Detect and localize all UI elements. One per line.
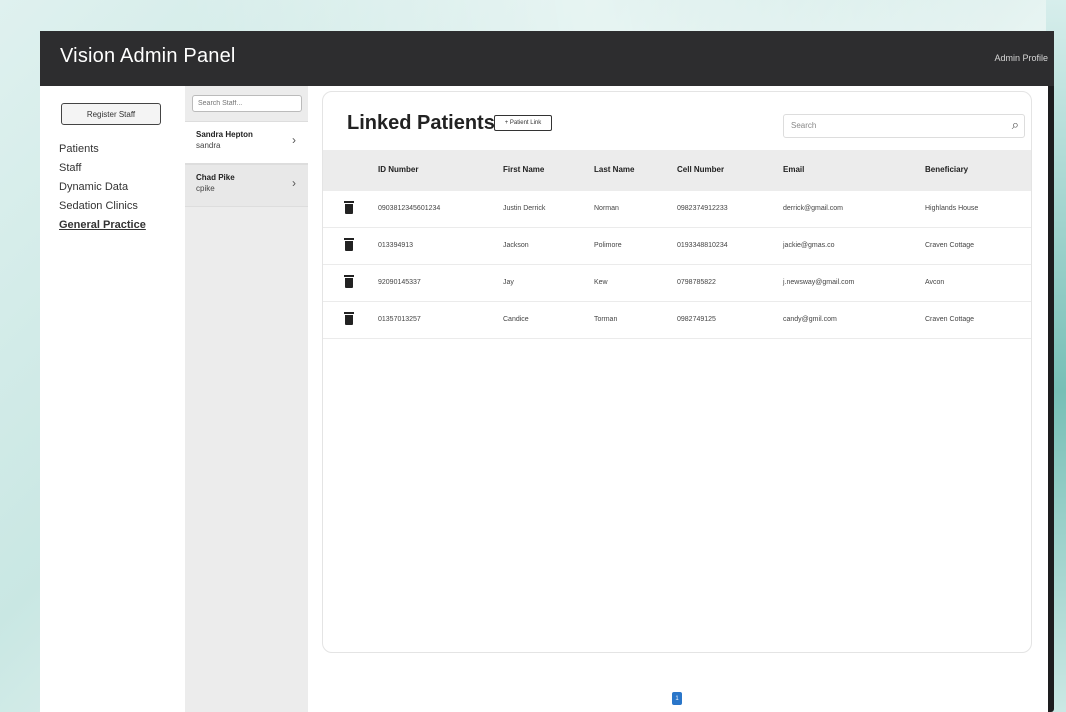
search-icon[interactable]: ⌕	[1012, 117, 1019, 133]
main-content: Register Staff Patients Staff Dynamic Da…	[40, 86, 1048, 712]
cell-first-name: Jay	[503, 279, 514, 286]
patient-search[interactable]: Search ⌕	[783, 114, 1025, 138]
chevron-right-icon: ›	[292, 176, 296, 190]
column-header[interactable]: ID Number	[378, 165, 418, 174]
trash-icon[interactable]	[344, 312, 354, 326]
staff-username: cpike	[196, 184, 215, 193]
patient-search-input[interactable]: Search	[791, 121, 816, 130]
staff-list-item[interactable]: Sandra Hepton sandra ›	[185, 121, 308, 164]
cell-cell-number: 0982374912233	[677, 205, 728, 212]
cell-last-name: Torman	[594, 316, 618, 323]
cell-beneficiary: Avcon	[925, 279, 945, 286]
add-patient-link-button[interactable]: + Patient Link	[494, 115, 552, 131]
cell-id-number: 01357013257	[378, 316, 421, 323]
trash-icon[interactable]	[344, 275, 354, 289]
left-nav: Register Staff Patients Staff Dynamic Da…	[40, 86, 185, 712]
table-row[interactable]: 92090145337 Jay Kew 0798785822 j.newsway…	[323, 265, 1031, 302]
cell-cell-number: 0798785822	[677, 279, 716, 286]
cell-beneficiary: Craven Cottage	[925, 316, 975, 323]
cell-id-number: 92090145337	[378, 279, 421, 286]
cell-cell-number: 0982749125	[677, 316, 716, 323]
admin-profile-link[interactable]: Admin Profile	[994, 53, 1048, 63]
cell-email: derrick@gmail.com	[783, 205, 844, 212]
cell-first-name: Jackson	[503, 242, 529, 249]
cell-beneficiary: Craven Cottage	[925, 242, 975, 249]
column-header[interactable]: Beneficiary	[925, 165, 968, 174]
linked-patients-card: Linked Patients + Patient Link Search ⌕ …	[322, 91, 1032, 653]
staff-name: Sandra Hepton	[196, 130, 253, 139]
cell-email: jackie@gmas.co	[783, 242, 835, 249]
chevron-right-icon: ›	[292, 133, 296, 147]
cell-first-name: Candice	[503, 316, 529, 323]
app-header: Vision Admin Panel Admin Profile	[40, 31, 1054, 86]
trash-icon[interactable]	[344, 238, 354, 252]
column-header[interactable]: Cell Number	[677, 165, 724, 174]
page-title: Linked Patients	[347, 112, 495, 134]
pagination-page-button[interactable]: 1	[672, 692, 682, 705]
nav-item-general-practice[interactable]: General Practice	[59, 219, 146, 231]
column-header[interactable]: First Name	[503, 165, 544, 174]
table-header: ID Number First Name Last Name Cell Numb…	[323, 150, 1031, 191]
cell-cell-number: 0193348810234	[677, 242, 728, 249]
cell-beneficiary: Highlands House	[925, 205, 979, 212]
column-header[interactable]: Email	[783, 165, 804, 174]
register-staff-button[interactable]: Register Staff	[61, 103, 161, 125]
cell-id-number: 0903812345601234	[378, 205, 441, 212]
cell-first-name: Justin Derrick	[503, 205, 546, 212]
staff-list-panel: Sandra Hepton sandra › Chad Pike cpike ›	[185, 86, 308, 712]
cell-last-name: Polimore	[594, 242, 622, 249]
app-window: Vision Admin Panel Admin Profile Registe…	[40, 31, 1054, 712]
trash-icon[interactable]	[344, 201, 354, 215]
cell-email: candy@gmil.com	[783, 316, 837, 323]
app-title: Vision Admin Panel	[60, 45, 236, 67]
staff-list-item[interactable]: Chad Pike cpike ›	[185, 164, 308, 207]
nav-item-patients[interactable]: Patients	[59, 143, 99, 155]
nav-item-sedation-clinics[interactable]: Sedation Clinics	[59, 200, 138, 212]
staff-username: sandra	[196, 141, 221, 150]
cell-last-name: Norman	[594, 205, 619, 212]
cell-email: j.newsway@gmail.com	[783, 279, 855, 286]
cell-last-name: Kew	[594, 279, 608, 286]
nav-item-staff[interactable]: Staff	[59, 162, 81, 174]
staff-name: Chad Pike	[196, 173, 235, 182]
table-row[interactable]: 01357013257 Candice Torman 0982749125 ca…	[323, 302, 1031, 339]
nav-item-dynamic-data[interactable]: Dynamic Data	[59, 181, 128, 193]
column-header[interactable]: Last Name	[594, 165, 634, 174]
staff-search-input[interactable]	[192, 95, 302, 112]
table-row[interactable]: 0903812345601234 Justin Derrick Norman 0…	[323, 191, 1031, 228]
table-row[interactable]: 013394913 Jackson Polimore 0193348810234…	[323, 228, 1031, 265]
cell-id-number: 013394913	[378, 242, 414, 249]
